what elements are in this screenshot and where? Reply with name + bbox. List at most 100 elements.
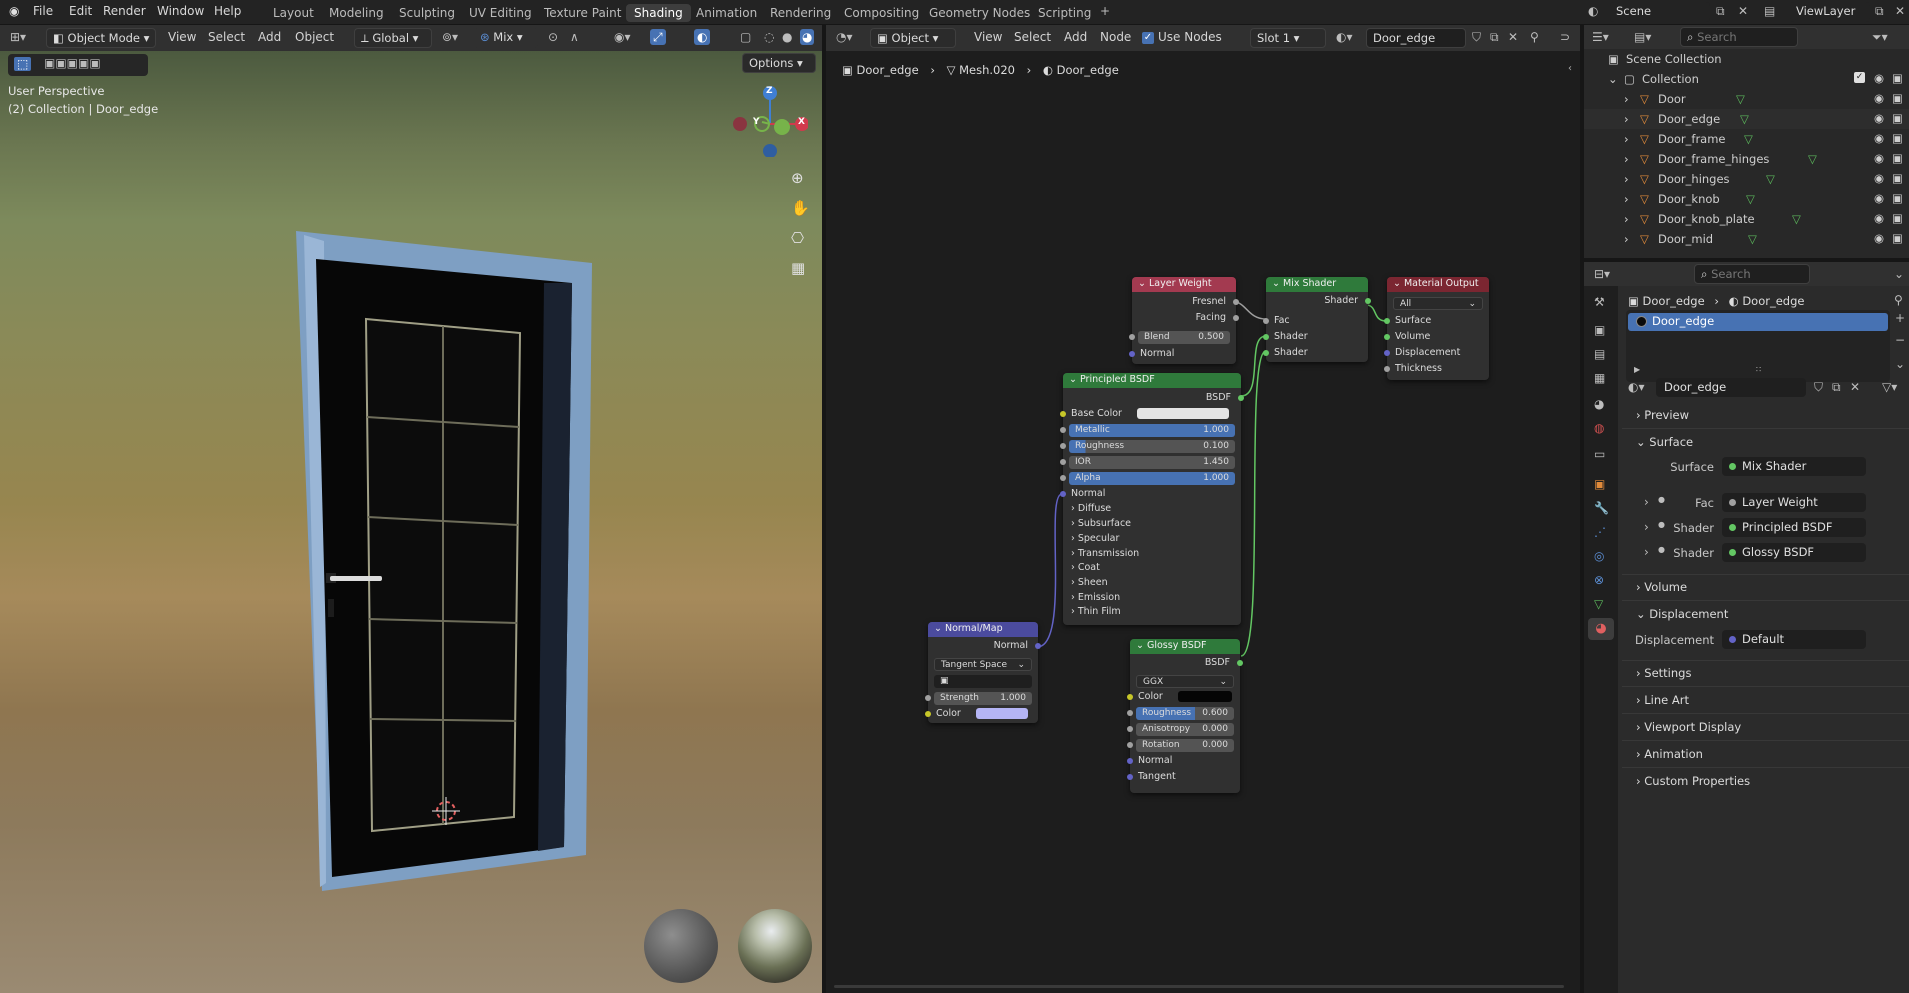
scene-selector[interactable]: Scene: [1610, 2, 1710, 22]
node-principled-bsdf[interactable]: ⌄ Principled BSDF BSDF Base Color Metall…: [1060, 373, 1244, 625]
horizontal-scrollbar[interactable]: [834, 985, 1564, 988]
color-swatch[interactable]: [976, 708, 1028, 719]
area-divider[interactable]: [822, 25, 826, 993]
mode-selector[interactable]: ◧ Object Mode ▾: [46, 28, 156, 48]
panel-subsurface[interactable]: › Subsurface: [1071, 518, 1131, 529]
particles-tab-icon[interactable]: ⋰: [1594, 526, 1606, 538]
render-camera-icon[interactable]: ▣: [1892, 71, 1903, 85]
delete-view-layer-icon[interactable]: ✕: [1895, 5, 1905, 17]
material-name-field[interactable]: Door_edge: [1366, 28, 1466, 48]
expand-icon[interactable]: ⌄: [1608, 72, 1618, 86]
socket-color[interactable]: [1127, 694, 1133, 700]
expand-icon[interactable]: ›: [1624, 212, 1629, 226]
roughness-field[interactable]: Roughness 0.600: [1136, 707, 1234, 720]
browse-material-icon[interactable]: ◐▾: [1628, 381, 1645, 393]
view-layer-selector[interactable]: ViewLayer: [1790, 2, 1870, 22]
properties-search-input[interactable]: ⌕ Search: [1694, 264, 1810, 284]
surface-shader-field[interactable]: Mix Shader: [1722, 457, 1866, 476]
tab-texture-paint[interactable]: Texture Paint: [536, 4, 629, 22]
render-camera-icon[interactable]: ▣: [1892, 231, 1903, 245]
add-workspace-icon[interactable]: +: [1100, 5, 1110, 17]
socket-thickness[interactable]: [1384, 366, 1390, 372]
material-browse-icon[interactable]: ◐▾: [1336, 31, 1353, 43]
tool-tab-icon[interactable]: ⚒: [1594, 296, 1605, 308]
shading-wireframe-icon[interactable]: ◌: [764, 31, 774, 43]
node-header[interactable]: ⌄ Layer Weight: [1132, 277, 1236, 292]
socket-normal-out[interactable]: [1035, 643, 1041, 649]
socket-normal[interactable]: [1127, 758, 1133, 764]
outliner-search-input[interactable]: ⌕ Search: [1680, 27, 1798, 47]
panel-transmission[interactable]: › Transmission: [1071, 548, 1139, 559]
menu-help[interactable]: Help: [214, 4, 241, 18]
shader-type-selector[interactable]: ▣ Object ▾: [870, 28, 956, 48]
outliner-row-object[interactable]: › ▽ Door_knob_plate ▽ ◉ ▣: [1584, 209, 1909, 229]
render-tab-icon[interactable]: ▣: [1594, 324, 1605, 336]
modifier-tab-icon[interactable]: 🔧: [1594, 502, 1609, 514]
visibility-eye-icon[interactable]: ◉: [1874, 131, 1884, 145]
section-displacement[interactable]: ⌄ Displacement: [1622, 603, 1909, 627]
duplicate-icon[interactable]: ⧉: [1832, 381, 1841, 393]
tab-geometry-nodes[interactable]: Geometry Nodes: [921, 4, 1038, 22]
section-line-art[interactable]: › Line Art: [1622, 689, 1909, 713]
socket-alpha[interactable]: [1060, 475, 1066, 481]
render-camera-icon[interactable]: ▣: [1892, 171, 1903, 185]
viewport-menu-select[interactable]: Select: [208, 30, 245, 44]
node-material-output[interactable]: ⌄ Material Output All ⌄ Surface Volume Di…: [1384, 277, 1489, 380]
visibility-eye-icon[interactable]: ◉: [1874, 111, 1884, 125]
panel-diffuse[interactable]: › Diffuse: [1071, 503, 1111, 514]
color-swatch[interactable]: [1178, 691, 1232, 702]
visibility-eye-icon[interactable]: ◉: [1874, 91, 1884, 105]
expand-icon[interactable]: ›: [1624, 152, 1629, 166]
unlink-material-icon[interactable]: ✕: [1508, 31, 1518, 43]
visibility-eye-icon[interactable]: ◉: [1874, 211, 1884, 225]
socket-fac[interactable]: [1263, 318, 1269, 324]
render-camera-icon[interactable]: ▣: [1892, 111, 1903, 125]
outliner-row-object[interactable]: › ▽ Door_frame_hinges ▽ ◉ ▣: [1584, 149, 1909, 169]
node-header[interactable]: ⌄ Mix Shader: [1266, 277, 1368, 292]
expand-fac-icon[interactable]: ›: [1644, 496, 1649, 508]
socket-strength[interactable]: [925, 695, 931, 701]
delete-scene-icon[interactable]: ✕: [1738, 5, 1748, 17]
transform-orientation[interactable]: ⟂ Global ▾: [354, 28, 432, 48]
viewport-menu-view[interactable]: View: [168, 30, 196, 44]
socket-roughness[interactable]: [1060, 443, 1066, 449]
section-animation[interactable]: › Animation: [1622, 743, 1909, 767]
node-menu-select[interactable]: Select: [1014, 30, 1051, 44]
tab-scripting[interactable]: Scripting: [1030, 4, 1099, 22]
duplicate-material-icon[interactable]: ⧉: [1490, 31, 1499, 43]
alpha-field[interactable]: Alpha 1.000: [1069, 472, 1235, 485]
editor-type-icon[interactable]: ⊞▾: [10, 31, 26, 43]
outliner-row-object[interactable]: › ▽ Door_hinges ▽ ◉ ▣: [1584, 169, 1909, 189]
socket-anisotropy[interactable]: [1127, 726, 1133, 732]
pivot-icon[interactable]: ⊚▾: [442, 31, 458, 43]
shading-solid-icon[interactable]: ●: [782, 31, 792, 43]
outliner-row-object[interactable]: › ▽ Door_knob ▽ ◉ ▣: [1584, 189, 1909, 209]
view-layer-tab-icon[interactable]: ▦: [1594, 372, 1605, 384]
remove-slot-icon[interactable]: −: [1895, 334, 1905, 346]
pin-icon[interactable]: ⚲: [1530, 31, 1539, 43]
expand-shader-2-icon[interactable]: ›: [1644, 546, 1649, 558]
node-menu-view[interactable]: View: [974, 30, 1002, 44]
outliner-row-object[interactable]: › ▽ Door_frame ▽ ◉ ▣: [1584, 129, 1909, 149]
new-scene-icon[interactable]: ⧉: [1716, 5, 1725, 17]
expand-icon[interactable]: ›: [1624, 232, 1629, 246]
outliner-row-object[interactable]: › ▽ Door ▽ ◉ ▣: [1584, 89, 1909, 109]
grid-view-icon[interactable]: ▦: [791, 261, 805, 276]
tab-rendering[interactable]: Rendering: [762, 4, 839, 22]
socket-blend[interactable]: [1129, 334, 1135, 340]
slot-selector[interactable]: Slot 1 ▾: [1250, 28, 1326, 48]
outliner-row-scene-collection[interactable]: ▣ Scene Collection: [1584, 49, 1909, 69]
socket-facing[interactable]: [1233, 315, 1239, 321]
shader-2-input-field[interactable]: Glossy BSDF: [1722, 543, 1866, 562]
node-header[interactable]: ⌄ Normal/Map: [928, 622, 1038, 637]
section-viewport-display[interactable]: › Viewport Display: [1622, 716, 1909, 740]
gizmo-toggle-icon[interactable]: ⤢: [650, 29, 666, 45]
node-menu-node[interactable]: Node: [1100, 30, 1131, 44]
rotation-field[interactable]: Rotation 0.000: [1136, 739, 1234, 752]
tab-animation[interactable]: Animation: [688, 4, 765, 22]
socket-roughness[interactable]: [1127, 710, 1133, 716]
snap-node-icon[interactable]: ⊃: [1560, 31, 1570, 43]
menu-edit[interactable]: Edit: [69, 4, 92, 18]
unlink-icon[interactable]: ✕: [1850, 381, 1860, 393]
options-button[interactable]: Options ▾: [742, 53, 816, 73]
